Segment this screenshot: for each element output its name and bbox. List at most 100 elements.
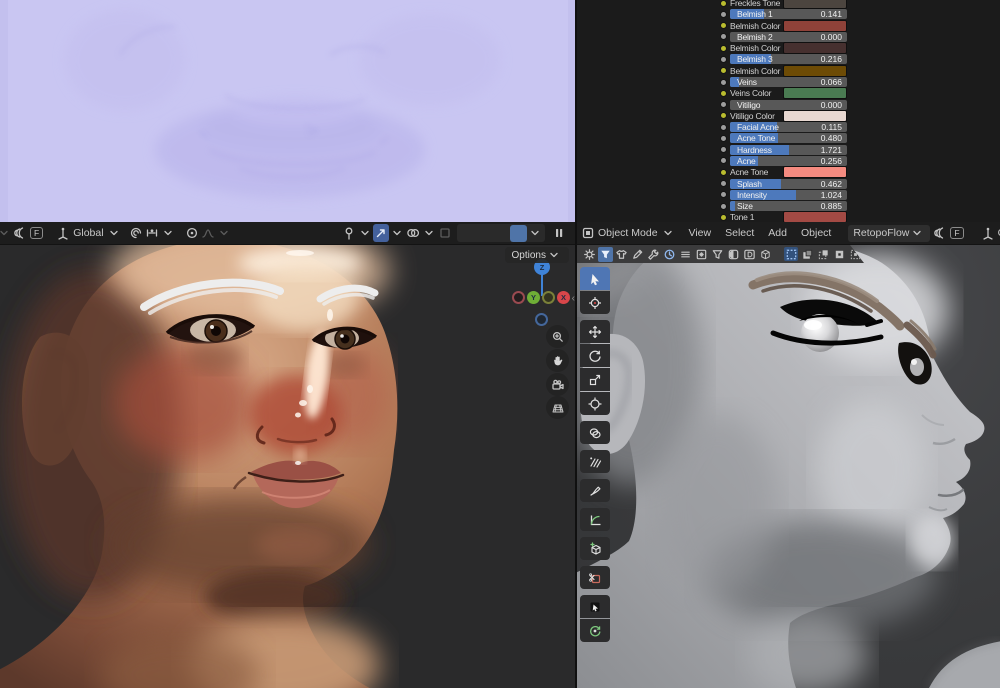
color-swatch[interactable] [783,64,847,77]
proportional-editing-icon[interactable] [184,224,200,242]
value-slider[interactable]: Hardness 1.721 [730,144,847,155]
color-swatch[interactable] [783,211,847,222]
contrast-icon[interactable] [726,247,741,262]
fake-user-button[interactable]: F [950,227,964,239]
chevron-down-icon[interactable] [527,224,543,242]
snap-target-icon[interactable] [144,224,160,242]
retopoflow-menu-button[interactable]: RetopoFlow [848,224,931,242]
value-slider[interactable]: Vitiligo 0.000 [730,99,847,110]
pivot-point-icon[interactable] [341,224,357,242]
gear-icon[interactable] [582,247,597,262]
chevron-down-icon[interactable] [0,224,12,242]
orientation-label[interactable]: Global [73,227,103,239]
tool-cursor-button[interactable] [580,291,610,314]
gizmo-y-axis[interactable]: Y [527,291,540,304]
value-slider[interactable]: Veins 0.066 [730,77,847,88]
value-slider[interactable]: Belmish 1 0.141 [730,9,847,20]
tool-tweak-button[interactable] [580,421,610,444]
falloff-curve-icon[interactable] [200,224,216,242]
wrench-icon[interactable] [646,247,661,262]
mode-selector[interactable]: Object Mode [598,227,658,239]
crescent-browse-icon[interactable] [932,224,948,242]
grid-perspective-button[interactable] [546,396,569,419]
chevron-down-icon[interactable] [909,224,925,242]
fake-user-button[interactable]: F [30,227,44,239]
value-slider[interactable]: Size 0.885 [730,201,847,212]
shading-wireframe-icon[interactable] [459,225,476,242]
tool-selection-paint-button[interactable] [580,595,610,618]
color-swatch[interactable] [783,87,847,100]
value-slider[interactable]: Acne Tone 0.480 [730,133,847,144]
chevron-down-icon[interactable] [160,224,176,242]
color-swatch[interactable] [783,109,847,122]
value-slider[interactable]: Acne 0.256 [730,155,847,166]
color-swatch[interactable] [783,0,847,10]
chevron-down-icon[interactable] [660,224,676,242]
tool-relax-button[interactable] [580,619,610,642]
tool-transform-button[interactable] [580,392,610,415]
tool-scale-button[interactable] [580,368,610,391]
d-block-icon[interactable] [742,247,757,262]
options-button[interactable]: Options [504,247,569,263]
cube-outline-icon[interactable] [758,247,773,262]
value-slider[interactable]: Intensity 1.024 [730,189,847,200]
pencil-icon[interactable] [630,247,645,262]
select-invert-icon[interactable] [832,247,846,261]
navigation-gizmo[interactable]: ZYX [512,259,574,331]
menu-lines-icon[interactable] [678,247,693,262]
value-slider[interactable]: Facial Acne 0.115 [730,122,847,133]
sidebar-toggle-icon[interactable]: ‹ [572,293,575,304]
tool-polypen-button[interactable] [580,479,610,502]
chevron-down-icon[interactable] [216,224,232,242]
show-overlays-icon[interactable] [405,224,421,242]
menu-view[interactable]: View [682,227,719,239]
shirt-icon[interactable] [614,247,629,262]
xray-toggle-icon[interactable] [437,224,453,242]
value-slider[interactable]: Splash 0.462 [730,178,847,189]
show-gizmo-icon[interactable] [373,224,389,242]
pause-render-icon[interactable] [551,224,567,242]
tool-protractor-button[interactable] [580,508,610,531]
chevron-down-icon[interactable] [389,224,405,242]
funnel-outline-icon[interactable] [710,247,725,262]
value-slider[interactable]: Belmish 3 0.216 [730,54,847,65]
history-icon[interactable] [662,247,677,262]
color-swatch[interactable] [783,19,847,32]
tool-knife-button[interactable] [580,566,610,589]
shading-rendered-icon[interactable] [510,224,527,242]
gizmo-neg-x-axis[interactable] [512,291,525,304]
chevron-down-icon[interactable] [357,224,373,242]
select-extend-icon[interactable] [800,247,814,261]
rendered-head-model[interactable] [0,245,575,688]
tool-select-box-button[interactable] [580,267,610,290]
gizmo-neg-z-axis[interactable] [535,313,548,326]
tool-add-cube-button[interactable] [580,537,610,560]
menu-add[interactable]: Add [761,227,794,239]
chevron-down-icon[interactable] [421,224,437,242]
zoom-button[interactable] [546,325,569,348]
crescent-browse-icon[interactable] [12,224,28,242]
shading-material-icon[interactable] [493,225,510,242]
tool-move-button[interactable] [580,320,610,343]
chevron-down-icon[interactable] [106,224,122,242]
clay-head-model[interactable] [577,245,1000,688]
snap-magnet-icon[interactable] [128,224,144,242]
filter-funnel-icon[interactable] [597,246,613,262]
select-set-icon[interactable] [784,247,798,261]
menu-object[interactable]: Object [794,227,838,239]
shading-solid-icon[interactable] [476,225,493,242]
color-swatch[interactable] [783,166,847,179]
image-editor-normal-map[interactable] [0,0,575,222]
value-slider[interactable]: Belmish 2 0.000 [730,31,847,42]
menu-select[interactable]: Select [718,227,761,239]
color-swatch[interactable] [783,42,847,55]
select-subtract-icon[interactable] [816,247,830,261]
pan-hand-button[interactable] [546,349,569,372]
viewport-retopo[interactable] [575,245,1000,688]
camera-view-button[interactable] [546,373,569,396]
viewport-rendered[interactable]: Options ‹ ZYX [0,245,575,688]
texture-icon[interactable] [694,247,709,262]
gizmo-x-axis[interactable]: X [557,291,570,304]
gizmo-neg-y-axis[interactable] [542,291,555,304]
tool-rotate-button[interactable] [580,344,610,367]
